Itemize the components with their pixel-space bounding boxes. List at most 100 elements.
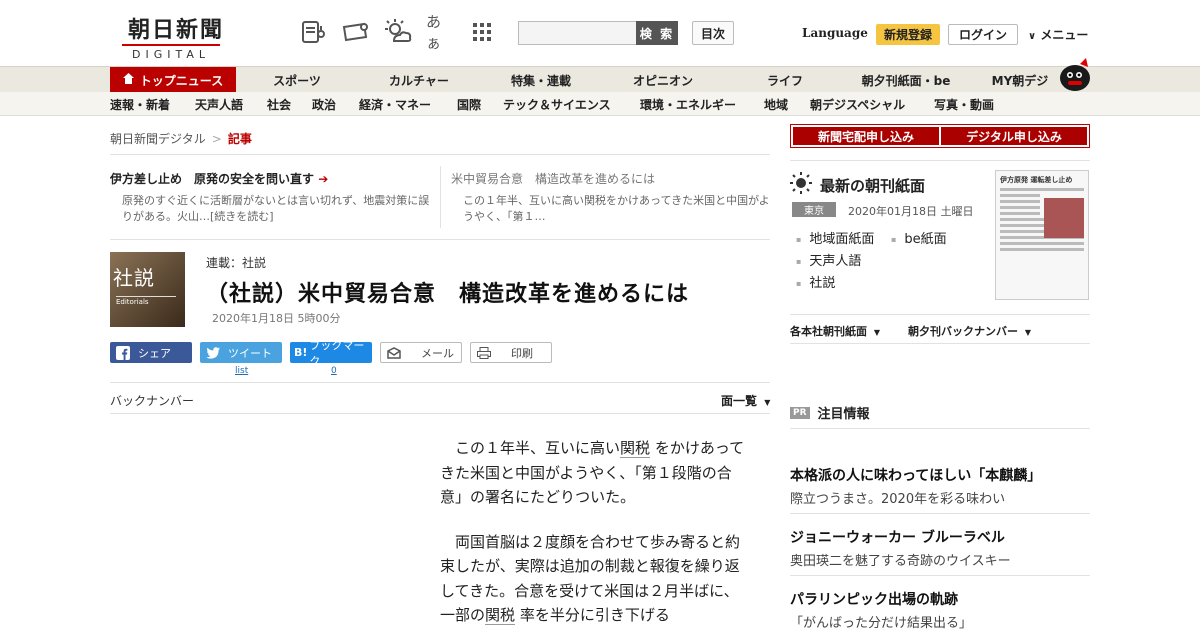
arrow-right-icon: ➔ (318, 172, 329, 186)
related-article[interactable]: 米中貿易合意 構造改革を進めるには この１年半、互いに高い関税をかけあってきた米… (451, 170, 771, 225)
article-title: （社説）米中貿易合意 構造改革を進めるには (206, 282, 690, 307)
language-link[interactable]: Language (802, 26, 868, 40)
grid-menu-icon[interactable] (468, 18, 496, 46)
menu-button[interactable]: ∨ メニュー (1028, 26, 1088, 43)
nav2-item[interactable]: 社会 (267, 96, 291, 113)
thumb-en: Editorials (116, 296, 176, 306)
promo-desc[interactable]: 「がんばった分だけ結果出る」 (790, 612, 972, 630)
weather-icon[interactable] (384, 18, 412, 46)
promo-title[interactable]: ジョニーウォーカー ブルーラベル (790, 527, 1005, 547)
paper-link[interactable]: 天声人語 (796, 250, 861, 269)
promo-title[interactable]: 本格派の人に味わってほしい「本麒麟」 (790, 465, 1041, 485)
twitter-count[interactable]: list (235, 366, 248, 376)
nav-item-life[interactable]: ライフ (756, 67, 814, 93)
nav2-item[interactable]: 国際 (457, 96, 481, 113)
facebook-share-button[interactable]: シェア (110, 342, 192, 363)
site-header: 朝日新聞 DIGITAL あぁ 検 索 目次 Language 新規登録 ログイ… (0, 0, 1200, 66)
contents-button[interactable]: 目次 (692, 21, 734, 45)
nav-item-my-asahi[interactable]: MY朝デジ (980, 67, 1060, 93)
nav2-item[interactable]: 天声人語 (195, 96, 243, 113)
nav2-item[interactable]: 地域 (764, 96, 788, 113)
digital-signup-button[interactable]: デジタル申し込み (941, 127, 1087, 145)
site-logo[interactable]: 朝日新聞 DIGITAL (116, 12, 236, 61)
nav2-item[interactable]: 環境・エネルギー (640, 96, 736, 113)
pr-tag: PR (790, 406, 810, 419)
nav-item-culture[interactable]: カルチャー (376, 67, 462, 93)
bureau-paper-dropdown[interactable]: 各本社朝刊紙面 ▼ (790, 323, 880, 339)
hatena-count[interactable]: 0 (331, 366, 337, 376)
text-run: この１年半、互いに高い (455, 439, 621, 457)
article-body: この１年半、互いに高い関税 をかけあってきた米国と中国がようやく、「第１段階の合… (440, 436, 750, 630)
nav-item-opinion[interactable]: オピニオン (622, 67, 704, 93)
promo-desc[interactable]: 際立つうまさ。2020年を彩る味わい (790, 488, 1005, 507)
mail-button[interactable]: メール (380, 342, 462, 363)
hatena-icon: B! (294, 346, 308, 359)
editorial-thumbnail: 社説 Editorials (110, 252, 185, 327)
latest-paper-heading: 最新の朝刊紙面 (790, 172, 925, 198)
nav2-item[interactable]: 政治 (312, 96, 336, 113)
mail-icon (385, 345, 403, 360)
twitter-icon (204, 345, 222, 360)
backnumber-dropdown[interactable]: 朝夕刊バックナンバー ▼ (908, 323, 1031, 339)
search-input[interactable] (519, 22, 637, 44)
keyword-link[interactable]: 関税 (620, 439, 651, 458)
paper-link[interactable]: 社説 (796, 272, 835, 291)
twitter-share-button[interactable]: ツイート (200, 342, 282, 363)
nav-item-sports[interactable]: スポーツ (262, 67, 332, 93)
promo-desc[interactable]: 奥田瑛二を魅了する奇跡のウイスキー (790, 550, 1011, 569)
latest-paper-title: 最新の朝刊紙面 (820, 176, 926, 195)
text-line (1000, 242, 1084, 245)
breadcrumb-separator: > (211, 132, 222, 146)
text-line (1000, 188, 1084, 191)
nav-item-paper-be[interactable]: 朝夕刊紙面・be (852, 67, 960, 93)
nav-item-top-news[interactable]: トップニュース (110, 67, 236, 93)
text-run: 率を半分に引き下げる (519, 606, 670, 624)
page-list-label: 面一覧 (721, 394, 758, 408)
nav-item-features[interactable]: 特集・連載 (500, 67, 582, 93)
promo-title[interactable]: パラリンピック出場の軌跡 (790, 589, 958, 609)
paper-link[interactable]: 地域面紙面 (796, 228, 874, 247)
primary-nav: トップニュース スポーツ カルチャー 特集・連載 オピニオン ライフ 朝夕刊紙面… (0, 66, 1200, 93)
ticket-icon[interactable] (342, 18, 370, 46)
nav-item-label: トップニュース (139, 73, 224, 88)
mail-label: メール (421, 346, 454, 360)
dropdown-label: 朝夕刊バックナンバー (908, 325, 1018, 338)
nav2-item[interactable]: 速報・新着 (110, 96, 170, 113)
login-button[interactable]: ログイン (948, 24, 1018, 45)
hatena-bookmark-button[interactable]: B! ブックマーク (290, 339, 372, 368)
print-label: 印刷 (511, 346, 533, 360)
facebook-icon (114, 345, 132, 360)
secondary-nav: 速報・新着 天声人語 社会 政治 経済・マネー 国際 テック＆サイエンス 環境・… (0, 92, 1200, 116)
divider (440, 166, 441, 228)
font-size-icon[interactable]: あぁ (426, 13, 454, 52)
print-icon (475, 345, 493, 360)
register-button[interactable]: 新規登録 (876, 24, 940, 45)
paper-date: 2020年01月18日 土曜日 (848, 205, 974, 218)
page-list-dropdown[interactable]: 面一覧 ▼ (721, 392, 770, 409)
newspaper-headline: 伊方原発 運転差し止め (1000, 176, 1073, 184)
caret-down-icon: ▼ (764, 398, 771, 407)
home-delivery-button[interactable]: 新聞宅配申し込み (793, 127, 939, 145)
divider (790, 428, 1090, 429)
newspaper-thumbnail[interactable]: 伊方原発 運転差し止め (995, 170, 1089, 300)
print-button[interactable]: 印刷 (470, 342, 552, 363)
breadcrumb-home[interactable]: 朝日新聞デジタル (110, 132, 206, 146)
subscription-cta: 新聞宅配申し込み デジタル申し込み (790, 124, 1090, 148)
nav2-item[interactable]: 写真・動画 (934, 96, 994, 113)
divider (110, 239, 770, 240)
paragraph: この１年半、互いに高い関税 をかけあってきた米国と中国がようやく、「第１段階の合… (440, 436, 750, 510)
divider (110, 413, 770, 414)
article-series[interactable]: 連載：社説 (206, 254, 266, 271)
header-icons: あぁ (300, 13, 496, 52)
backnumber-link[interactable]: バックナンバー (110, 392, 194, 409)
mascot-icon[interactable] (1056, 58, 1092, 92)
related-article[interactable]: 伊方差し止め 原発の安全を問い直す ➔ 原発のすぐ近くに活断層がないとは言い切れ… (110, 170, 430, 225)
news-reader-icon[interactable] (300, 18, 328, 46)
divider (790, 513, 1090, 514)
nav2-item[interactable]: テック＆サイエンス (503, 96, 611, 113)
paper-link[interactable]: be紙面 (891, 228, 946, 247)
nav2-item[interactable]: 朝デジスペシャル (810, 96, 905, 113)
search-button[interactable]: 検 索 (636, 21, 678, 45)
nav2-item[interactable]: 経済・マネー (359, 96, 431, 113)
keyword-link[interactable]: 関税 (485, 606, 516, 625)
